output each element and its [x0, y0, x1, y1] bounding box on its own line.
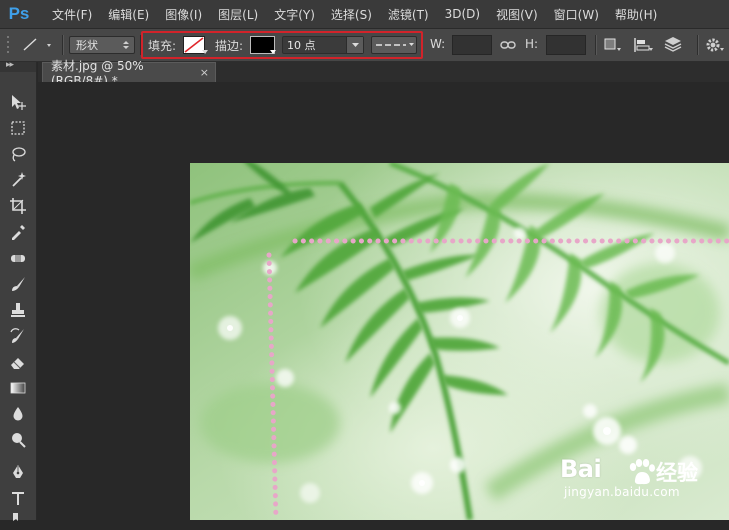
- menu-image[interactable]: 图像(I): [157, 6, 210, 23]
- path-alignment-icon[interactable]: [632, 36, 654, 54]
- menu-help[interactable]: 帮助(H): [607, 6, 665, 23]
- brush-tool-icon[interactable]: [8, 274, 28, 294]
- dodge-tool-icon[interactable]: [8, 430, 28, 450]
- watermark-brand-text: Bai: [560, 455, 602, 483]
- eyedropper-tool-icon[interactable]: [8, 222, 28, 242]
- document-tab[interactable]: 素材.jpg @ 50%(RGB/8#) * ×: [42, 59, 216, 88]
- menu-filter[interactable]: 滤镜(T): [380, 6, 437, 23]
- gear-icon[interactable]: [705, 36, 725, 54]
- blur-tool-icon[interactable]: [8, 404, 28, 424]
- height-input[interactable]: [546, 35, 586, 55]
- menu-view[interactable]: 视图(V): [488, 6, 546, 23]
- menu-edit[interactable]: 编辑(E): [100, 6, 157, 23]
- toolbox-header: ▸▸: [0, 60, 36, 72]
- updown-arrow-icon: [123, 41, 129, 49]
- magic-wand-tool-icon[interactable]: [8, 170, 28, 190]
- crop-tool-icon[interactable]: [8, 196, 28, 216]
- marquee-tool-icon[interactable]: [8, 118, 28, 138]
- type-tool-icon[interactable]: [8, 488, 28, 508]
- watermark-url: jingyan.baidu.com: [564, 485, 680, 499]
- move-tool-icon[interactable]: [8, 92, 28, 112]
- menu-type[interactable]: 文字(Y): [266, 6, 323, 23]
- menu-bar: Ps 文件(F) 编辑(E) 图像(I) 图层(L) 文字(Y) 选择(S) 滤…: [0, 0, 729, 29]
- options-grip-icon[interactable]: [6, 35, 10, 55]
- eraser-tool-icon[interactable]: [8, 352, 28, 372]
- menu-layer[interactable]: 图层(L): [210, 6, 266, 23]
- clone-stamp-tool-icon[interactable]: [8, 300, 28, 320]
- menu-3d[interactable]: 3D(D): [437, 7, 488, 21]
- menu-file[interactable]: 文件(F): [44, 6, 100, 23]
- gradient-tool-icon[interactable]: [8, 378, 28, 398]
- line-tool-preset-icon[interactable]: [20, 35, 56, 55]
- watermark-jingyan-text: 经验: [656, 461, 698, 485]
- close-icon[interactable]: ×: [200, 66, 209, 79]
- path-arrangement-icon[interactable]: [662, 35, 686, 55]
- toolbox: ▸▸: [0, 60, 37, 521]
- photoshop-logo: Ps: [8, 4, 30, 23]
- menu-select[interactable]: 选择(S): [323, 6, 380, 23]
- height-label: H:: [525, 37, 539, 51]
- baidu-jingyan-watermark: Bai 经验 jingyan.baidu.com: [560, 455, 729, 505]
- width-label: W:: [430, 37, 446, 51]
- healing-brush-tool-icon[interactable]: [8, 248, 28, 268]
- path-selection-tool-icon[interactable]: [8, 510, 28, 530]
- mode-dropdown[interactable]: 形状: [69, 36, 135, 54]
- double-chevron-icon[interactable]: ▸▸: [6, 60, 14, 70]
- lasso-tool-icon[interactable]: [8, 144, 28, 164]
- link-icon[interactable]: [500, 38, 516, 52]
- menu-window[interactable]: 窗口(W): [546, 6, 607, 23]
- pen-tool-icon[interactable]: [8, 462, 28, 482]
- width-input[interactable]: [452, 35, 492, 55]
- fill-stroke-highlight-box: [141, 31, 423, 59]
- path-operations-icon[interactable]: [603, 36, 623, 54]
- document-tab-strip: 素材.jpg @ 50%(RGB/8#) * ×: [38, 59, 729, 88]
- history-brush-tool-icon[interactable]: [8, 326, 28, 346]
- paw-icon: [629, 459, 655, 485]
- mode-dropdown-value: 形状: [76, 39, 98, 52]
